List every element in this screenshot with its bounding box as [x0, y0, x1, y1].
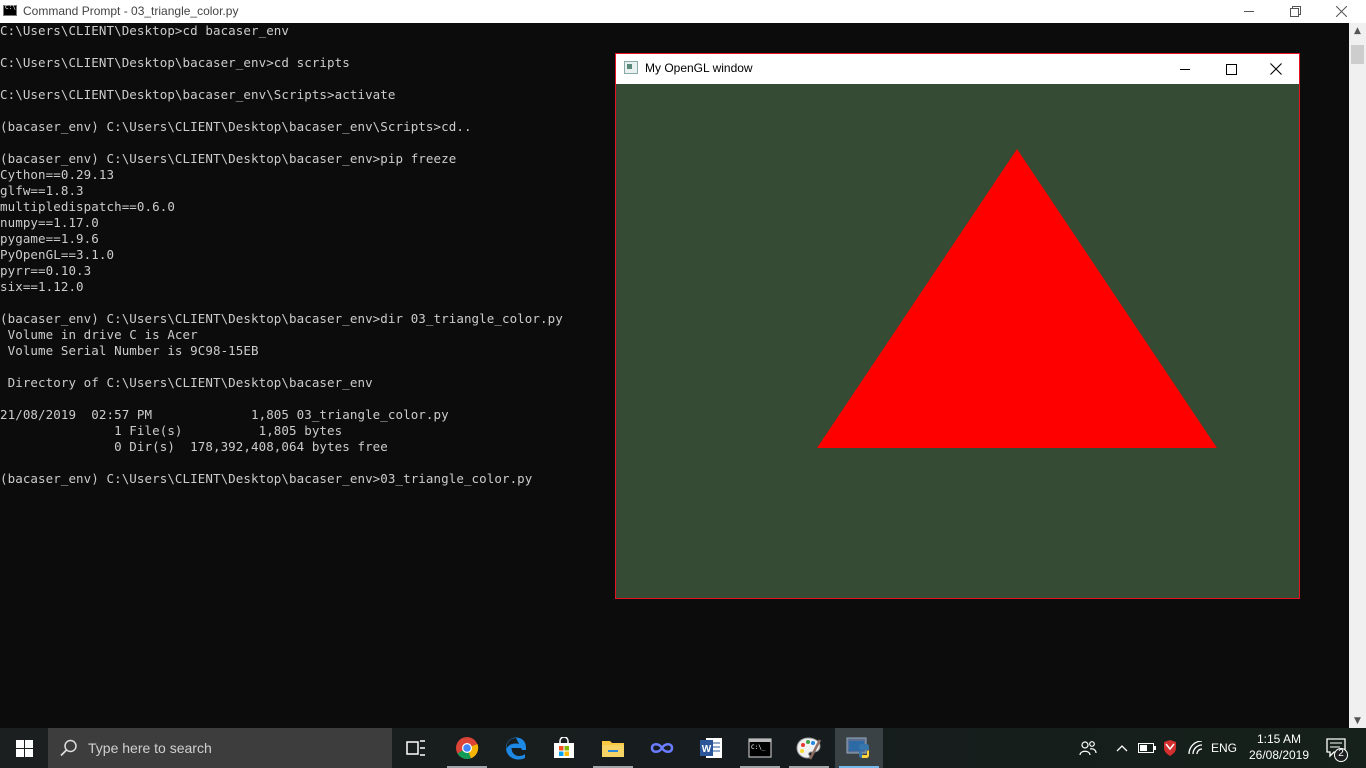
console-line: pygame==1.9.6 [0, 231, 99, 246]
start-button[interactable] [0, 728, 48, 768]
infinity-app-button[interactable] [638, 728, 686, 768]
minimize-icon [1179, 68, 1190, 70]
security-button[interactable] [1159, 728, 1181, 768]
store-button[interactable] [540, 728, 588, 768]
search-placeholder: Type here to search [88, 740, 212, 756]
opengl-window[interactable]: My OpenGL window [615, 53, 1300, 599]
console-line: (bacaser_env) C:\Users\CLIENT\Desktop\ba… [0, 311, 563, 326]
gl-minimize-button[interactable] [1162, 54, 1208, 84]
people-icon [1079, 741, 1097, 756]
console-line: 21/08/2019 02:57 PM 1,805 03_triangle_co… [0, 407, 449, 422]
cmd-window-title: Command Prompt - 03_triangle_color.py [23, 4, 239, 18]
gl-close-button[interactable] [1253, 54, 1299, 84]
console-line: glfw==1.8.3 [0, 183, 84, 198]
console-line: Volume Serial Number is 9C98-15EB [0, 343, 259, 358]
chevron-up-icon [1116, 745, 1128, 752]
console-line: Volume in drive C is Acer [0, 327, 198, 342]
cmd-icon: C:\_ [748, 738, 772, 758]
cmd-close-button[interactable] [1318, 0, 1364, 23]
svg-text:W: W [702, 744, 712, 755]
triangle-render [817, 149, 1217, 448]
cmd-app-icon[interactable] [3, 4, 17, 16]
console-line: C:\Users\CLIENT\Desktop\bacaser_env\Scri… [0, 87, 396, 102]
python-button[interactable] [835, 728, 883, 768]
folder-icon [602, 741, 624, 757]
task-view-icon [406, 740, 425, 756]
task-view-button[interactable] [392, 728, 440, 768]
gl-window-title: My OpenGL window [645, 61, 753, 75]
minimize-icon [1243, 11, 1254, 12]
console-line: PyOpenGL==3.1.0 [0, 247, 115, 262]
wifi-icon [1188, 741, 1203, 755]
paint-button[interactable] [785, 728, 833, 768]
console-line: pyrr==0.10.3 [0, 263, 92, 278]
windows-logo-icon [15, 739, 33, 757]
gl-maximize-button[interactable] [1208, 54, 1254, 84]
console-line: (bacaser_env) C:\Users\CLIENT\Desktop\ba… [0, 151, 457, 166]
chrome-icon [456, 737, 479, 759]
clock-button[interactable]: 1:15 AM 26/08/2019 [1242, 731, 1316, 763]
gl-app-icon[interactable] [624, 61, 638, 74]
show-hidden-icons-button[interactable] [1110, 728, 1134, 768]
taskbar-search-box[interactable]: Type here to search [48, 728, 392, 768]
console-line: numpy==1.17.0 [0, 215, 99, 230]
gl-canvas[interactable] [616, 84, 1299, 598]
console-line: 1 File(s) 1,805 bytes [0, 423, 343, 438]
console-line: C:\Users\CLIENT\Desktop\bacaser_env>cd s… [0, 55, 350, 70]
clock-time: 1:15 AM [1256, 732, 1302, 746]
people-button[interactable] [1074, 728, 1102, 768]
console-line: multipledispatch==0.6.0 [0, 199, 175, 214]
language-button[interactable]: ENG [1208, 728, 1240, 768]
cmd-minimize-button[interactable] [1226, 0, 1272, 23]
store-icon [554, 737, 574, 758]
console-line: Directory of C:\Users\CLIENT\Desktop\bac… [0, 375, 373, 390]
close-icon [1335, 6, 1347, 17]
console-line: (bacaser_env) C:\Users\CLIENT\Desktop\ba… [0, 471, 533, 486]
maximize-icon [1225, 63, 1237, 75]
battery-icon [1138, 743, 1156, 753]
close-icon [1270, 63, 1282, 75]
console-line: (bacaser_env) C:\Users\CLIENT\Desktop\ba… [0, 119, 472, 134]
clock-date: 26/08/2019 [1248, 748, 1310, 762]
action-center-button[interactable]: 2 [1320, 728, 1360, 768]
taskbar: Type here to search W C:\_ ENG 1:15 AM 2… [0, 728, 1366, 768]
red-triangle [817, 149, 1217, 448]
cmd-restore-button[interactable] [1272, 0, 1318, 23]
console-scrollbar[interactable]: ▲ ▼ [1349, 23, 1366, 730]
console-line: C:\Users\CLIENT\Desktop>cd bacaser_env [0, 23, 290, 38]
edge-button[interactable] [492, 728, 540, 768]
restore-icon [1289, 6, 1301, 17]
gl-titlebar[interactable]: My OpenGL window [616, 54, 1299, 84]
chrome-button[interactable] [443, 728, 491, 768]
word-icon: W [700, 738, 722, 758]
console-line: Cython==0.29.13 [0, 167, 115, 182]
svg-text:C:\_: C:\_ [751, 744, 766, 751]
file-explorer-button[interactable] [589, 728, 637, 768]
search-icon [60, 739, 77, 757]
python-icon [846, 737, 869, 758]
console-line: six==1.12.0 [0, 279, 84, 294]
command-prompt-button[interactable]: C:\_ [736, 728, 784, 768]
scroll-thumb[interactable] [1351, 45, 1364, 64]
infinity-icon [650, 743, 674, 753]
word-button[interactable]: W [687, 728, 735, 768]
notification-count: 2 [1338, 748, 1344, 759]
wifi-button[interactable] [1184, 728, 1208, 768]
shield-icon [1164, 740, 1176, 756]
cmd-titlebar[interactable]: Command Prompt - 03_triangle_color.py [0, 0, 1366, 23]
console-line: 0 Dir(s) 178,392,408,064 bytes free [0, 439, 388, 454]
language-indicator: ENG [1210, 741, 1237, 755]
edge-icon [506, 737, 526, 760]
battery-button[interactable] [1136, 728, 1158, 768]
palette-icon [796, 737, 822, 760]
scroll-up-arrow-icon[interactable]: ▲ [1349, 23, 1366, 40]
